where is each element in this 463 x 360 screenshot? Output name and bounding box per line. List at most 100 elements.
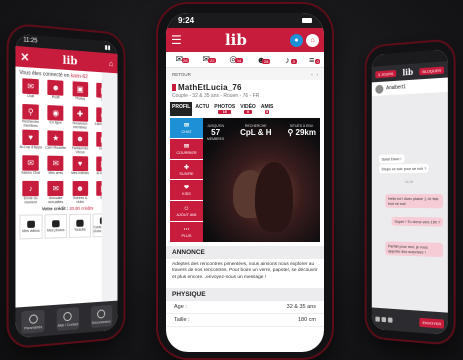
block-button[interactable]: BLOQUER: [419, 66, 444, 75]
photo-figure: [255, 162, 293, 232]
media-item[interactable]: Mes vidéos: [19, 214, 43, 240]
nav-arrows[interactable]: ‹ ›: [311, 72, 318, 77]
close-icon[interactable]: ✕: [20, 50, 29, 64]
tab-actu[interactable]: ACTU: [193, 102, 211, 116]
user-icon: ☻: [72, 181, 88, 196]
chat-user-name: Analbert1: [386, 84, 406, 92]
chat-bubble-icon[interactable]: ●: [290, 33, 303, 47]
home-icon[interactable]: ⌂: [306, 33, 319, 47]
chat-icon: ✉: [183, 122, 190, 129]
menu-item-label: Nouveaux membres: [72, 121, 88, 130]
tab-amis[interactable]: AMIS 5: [259, 102, 276, 116]
chat-input-bar: ENVOYER: [371, 307, 448, 336]
media-item[interactable]: Mes photos: [44, 214, 68, 239]
right-screen: 3 JOURS lib BLOQUER Analbert1 14:34 Salu…: [371, 48, 448, 336]
profile-body: ✉ CHAT ✉ COURRIER ✚ SUIVRE ❤ KISS ☺ AJOUT AMI ⋯ PLU…: [170, 118, 320, 242]
status-time: 9:24: [178, 16, 195, 25]
back-button[interactable]: RETOUR: [172, 72, 191, 77]
mail-icon[interactable]: ✉ 28: [176, 54, 190, 65]
menu-item-label: Photos: [74, 96, 86, 101]
emoji-icon[interactable]: [381, 316, 387, 322]
bell-icon[interactable]: ♪ 0: [285, 55, 297, 65]
profile-tabs: PROFIL ACTU PHOTOS 19 VIDÉO 0 AMIS 5: [166, 102, 324, 116]
tab-profil[interactable]: PROFIL: [170, 102, 193, 116]
menu-item[interactable]: ☻ Profil: [45, 79, 67, 104]
menu-item[interactable]: ✚ Nouveaux membres: [69, 106, 90, 130]
menu-item[interactable]: ▣ Photos: [69, 81, 90, 105]
days-pill[interactable]: 3 JOURS: [375, 69, 397, 78]
menu-item[interactable]: ★ Cam Roulette: [45, 130, 67, 154]
chat-button[interactable]: ✉ CHAT: [170, 118, 203, 138]
action-buttons: ✉ CHAT ✉ COURRIER ✚ SUIVRE ❤ KISS ☺ AJOUT AMI ⋯ PLU…: [170, 118, 203, 242]
media-item[interactable]: Youtube: [68, 213, 91, 238]
user-icon: ☻: [72, 131, 88, 147]
physique-title: PHYSIQUE: [166, 287, 324, 301]
kiss-button[interactable]: ❤ KISS: [170, 180, 203, 201]
menu-item[interactable]: ✉ Chat: [19, 78, 41, 103]
stat: SITUÉS À ENV. ⚲ 29km: [287, 124, 316, 141]
menu-item-label: Salons Chat: [21, 170, 41, 175]
tab-label: PROFIL: [172, 104, 191, 110]
camera-icon[interactable]: [387, 316, 393, 323]
mail-icon: ✉: [47, 155, 64, 171]
tab-vidéo[interactable]: VIDÉO 0: [238, 102, 258, 116]
stat-value: 57: [211, 128, 221, 137]
tab-photos[interactable]: PHOTOS 19: [212, 102, 237, 116]
stat: JUSQU'EN 57 MEMBRES: [207, 124, 224, 141]
count-badge: 0: [291, 58, 297, 64]
menu-item[interactable]: ◉ En ligne: [45, 105, 67, 129]
logo[interactable]: lib: [63, 53, 78, 67]
stat-sub: MEMBRES: [207, 137, 225, 141]
user-icon: [28, 313, 38, 324]
hamburger-icon[interactable]: ☰: [171, 34, 182, 46]
bottom-button[interactable]: Déconnexion: [90, 304, 112, 329]
action-label: PLUS: [181, 234, 192, 239]
more-icon: ⋯: [183, 227, 190, 234]
credit-value[interactable]: 20.80 crédits: [69, 206, 93, 211]
menu-item[interactable]: ☻ Soirées & clubs: [69, 181, 90, 204]
tab-label: ACTU: [195, 104, 210, 110]
list-icon[interactable]: ≡ 0: [309, 55, 321, 65]
users-icon[interactable]: ☻ 28: [256, 55, 270, 65]
menu-item[interactable]: ✉ Salons Chat: [19, 155, 41, 179]
menu-item[interactable]: ♥ Mes Intimes: [69, 156, 90, 179]
underlying-page-peek: [101, 72, 118, 302]
menu-item-label: Fantasmes Vécus: [71, 146, 89, 155]
courrier-button[interactable]: ✉ COURRIER: [170, 138, 203, 159]
bottom-button-label: Déconnexion: [91, 319, 111, 325]
avatar: [375, 84, 384, 94]
attach-icon[interactable]: [375, 316, 380, 322]
message-bubble: Salut Dave !: [378, 154, 405, 164]
menu-item[interactable]: ✉ Annuaire sexualités: [45, 180, 67, 204]
physique-list: Age : 32 & 35 ans Taille : 180 cm: [166, 301, 324, 327]
message-bubble: Hello toi ! Avec plaisir ;) Je fais tout…: [385, 193, 444, 209]
ajout-ami-button[interactable]: ☺ AJOUT AMI: [170, 201, 203, 222]
app-header: ☰ lib ● ⌂: [166, 28, 324, 52]
plus-button[interactable]: ⋯ PLUS: [170, 222, 203, 242]
home-icon[interactable]: ⌂: [109, 59, 113, 68]
menu-item[interactable]: ⚲ Recherche membres: [19, 103, 41, 128]
menu-item[interactable]: ♥ Ai-Cop d'Appa: [19, 129, 42, 153]
photo-icon: [52, 220, 60, 228]
count-badge: 28: [262, 58, 270, 64]
menu-item[interactable]: ♪ Envie du moment: [19, 180, 41, 205]
center-phone: 9:24 ☰ lib ● ⌂ ✉ 28 ✉ 22 ◎ 14 ☻ 28 ♪ 0 ≡ 0 RETOUR ‹…: [158, 4, 332, 358]
bottom-button-label: Aide / Contact: [57, 321, 79, 328]
menu-item-label: Envie du moment: [23, 196, 38, 205]
connected-user[interactable]: karin-62: [71, 73, 88, 80]
menu-item[interactable]: ☻ Fantasmes Vécus: [69, 131, 90, 154]
bottom-button[interactable]: Paramètres: [21, 309, 45, 334]
logo[interactable]: lib: [402, 67, 413, 78]
left-phone: 11:25 ▮▮ ✕ lib ⌂ Vous êtes connecté en k…: [8, 24, 124, 348]
chat-icon[interactable]: ✉ 22: [202, 54, 216, 65]
bottom-button[interactable]: Aide / Contact: [56, 307, 80, 331]
profile-stats: JUSQU'EN 57 MEMBRES RECHERCHE CpL & H SITUÉS …: [207, 124, 316, 141]
profile-photo[interactable]: JUSQU'EN 57 MEMBRES RECHERCHE CpL & H SITUÉS …: [203, 118, 320, 242]
tab-count: 0: [244, 110, 252, 114]
menu-item[interactable]: ✉ Mes amis: [45, 155, 67, 179]
send-button[interactable]: ENVOYER: [419, 317, 444, 329]
eye-icon[interactable]: ◎ 14: [229, 54, 243, 65]
suivre-button[interactable]: ✚ SUIVRE: [170, 159, 203, 180]
photo-icon: ▣: [72, 81, 88, 98]
logo[interactable]: lib: [225, 31, 247, 49]
